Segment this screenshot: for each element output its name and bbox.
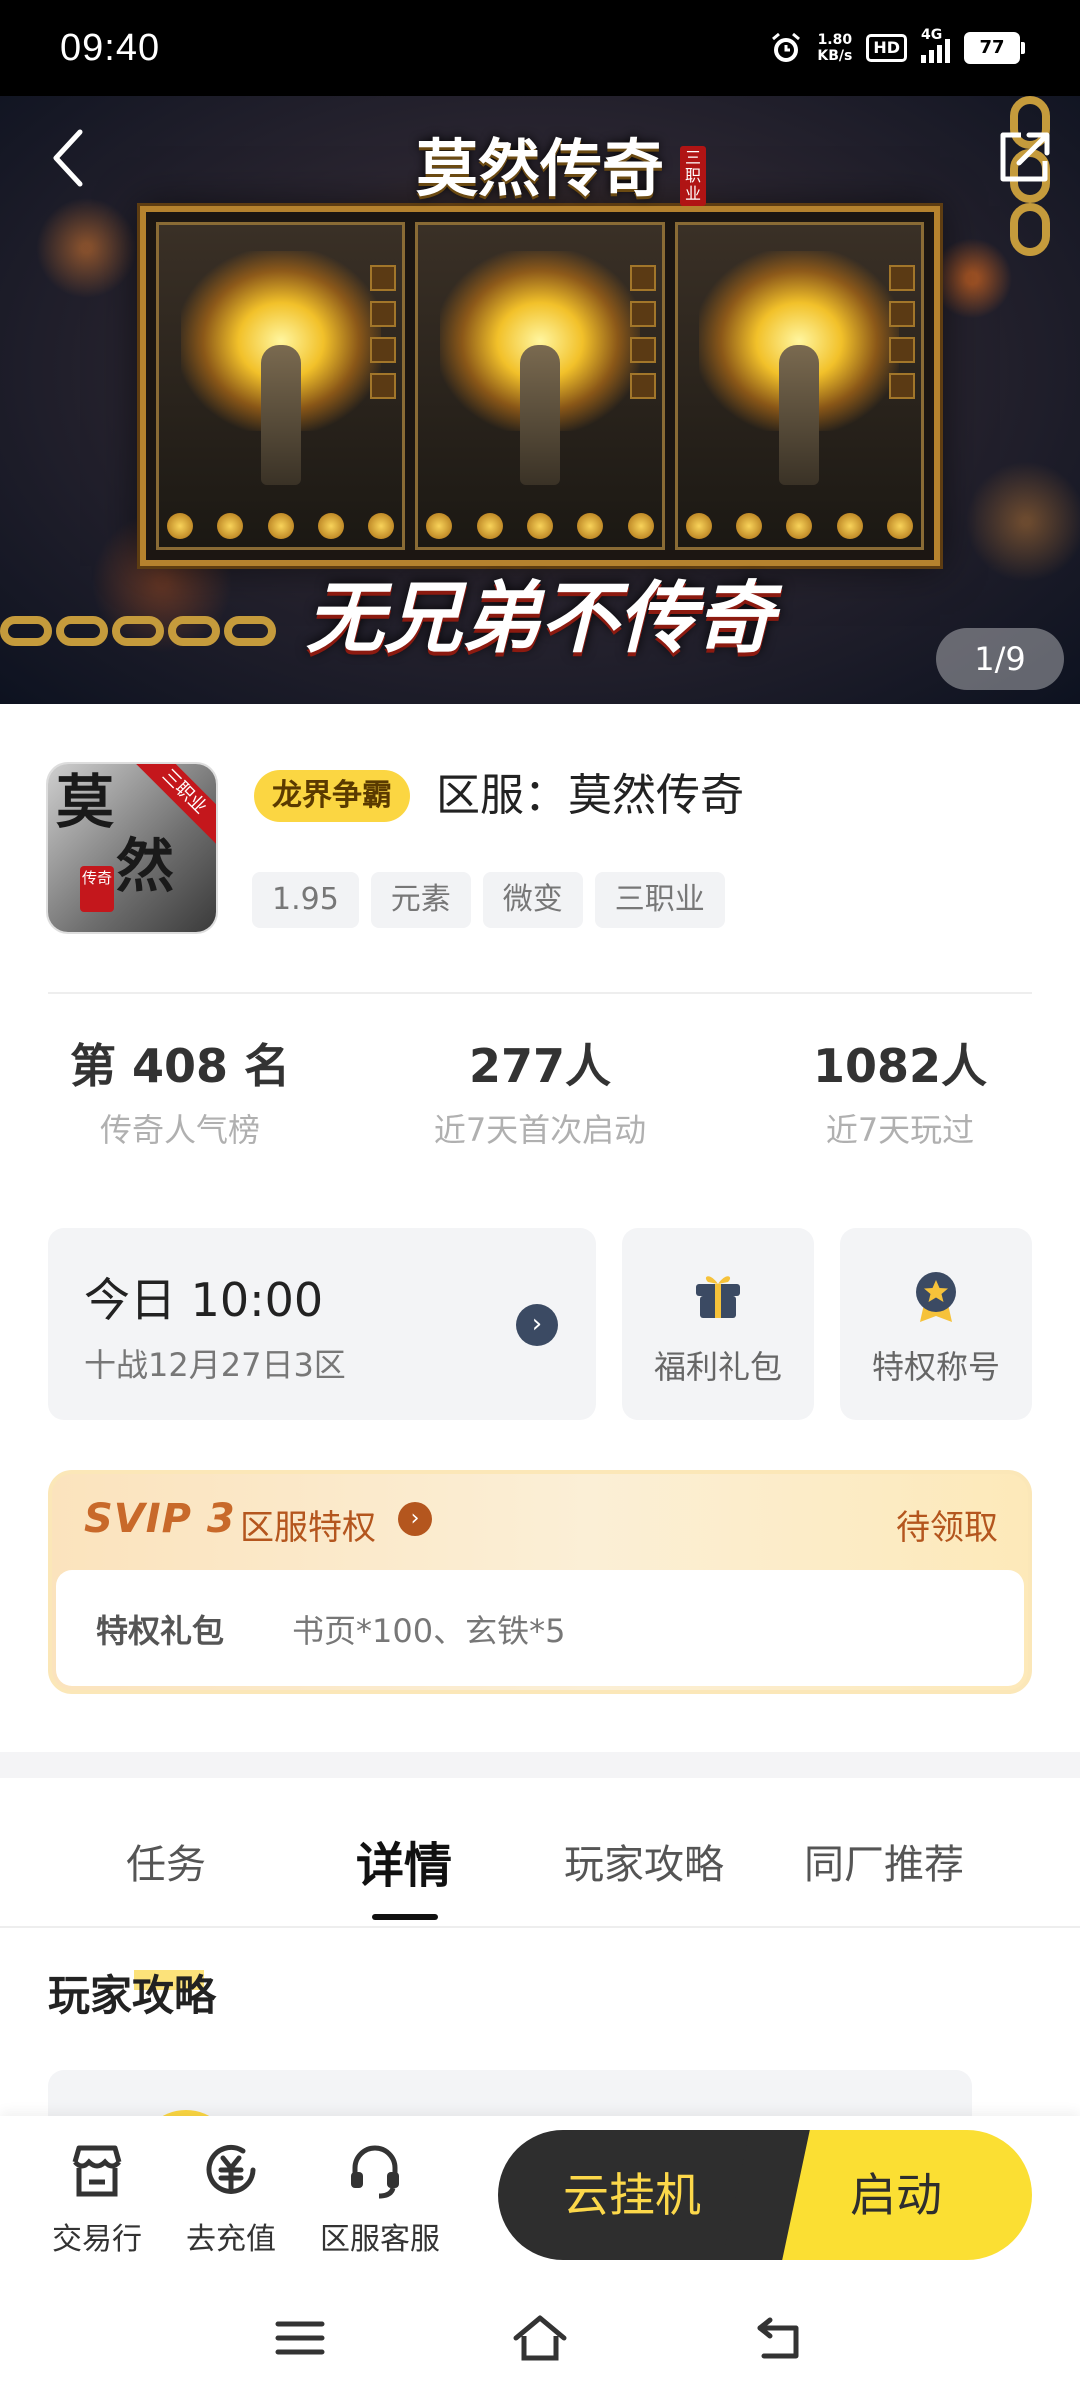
page-indicator: 1/9 — [936, 628, 1064, 690]
home-icon[interactable] — [510, 2312, 570, 2364]
customer-service-label: 区服客服 — [320, 2222, 440, 2257]
svip-gift-row: 特权礼包 书页*100、玄铁*5 — [56, 1570, 1024, 1686]
stat-played: 1082人 近7天玩过 — [730, 1036, 1070, 1160]
privilege-title-label: 特权称号 — [871, 1348, 1000, 1386]
shop-icon — [72, 2145, 122, 2197]
status-bar: 09:40 1.80 KB/s HD 4G 77 — [0, 0, 1080, 96]
trading-house-label: 交易行 — [52, 2222, 142, 2257]
game-category-badge: 龙界争霸 — [254, 770, 410, 822]
section-title: 玩家攻略 — [48, 1962, 216, 2023]
recharge-label: 去充值 — [186, 2222, 276, 2257]
bottom-action-bar: 交易行 去充值 区服客服 启动 云挂机 — [0, 2116, 1080, 2276]
stat-first-launch: 277人 近7天首次启动 — [370, 1036, 710, 1160]
stat-label: 近7天玩过 — [825, 1111, 975, 1149]
gift-box-icon — [696, 1276, 740, 1318]
trading-house-button[interactable]: 交易行 — [42, 2138, 152, 2258]
status-icons: 1.80 KB/s HD 4G 77 — [769, 27, 1025, 65]
privilege-title-button[interactable]: 特权称号 — [840, 1228, 1032, 1420]
recharge-icon — [206, 2144, 256, 2194]
banner-character-frame — [140, 206, 940, 566]
share-button[interactable] — [992, 126, 1056, 190]
back-icon[interactable] — [750, 2312, 810, 2364]
stat-popularity-rank[interactable]: 第 408 名 传奇人气榜 — [10, 1036, 350, 1160]
status-time: 09:40 — [60, 26, 161, 69]
chevron-right-icon: › — [516, 1304, 558, 1346]
game-tag: 微变 — [482, 872, 583, 928]
headset-icon — [351, 2145, 399, 2199]
game-tag: 1.95 — [252, 872, 359, 928]
server-open-time: 今日 10:00 — [84, 1273, 324, 1327]
svip-privilege-card[interactable]: SVIP 3 区服特权 › 待领取 特权礼包 书页*100、玄铁*5 — [48, 1470, 1032, 1694]
hero-banner[interactable]: 莫然传奇 三职业 无兄弟不传奇 1/9 — [0, 96, 1080, 704]
cloud-idle-button[interactable]: 云挂机 — [498, 2130, 766, 2260]
svip-claim-status[interactable]: 待领取 — [896, 1500, 998, 1549]
game-icon-text: 莫 然 — [56, 770, 174, 898]
game-tag: 三职业 — [594, 872, 725, 928]
game-icon-char-2: 然 — [116, 832, 175, 900]
divider — [48, 992, 1032, 994]
banner-title-badge: 三职业 — [680, 146, 706, 206]
launch-button-label: 启动 — [850, 2168, 942, 2222]
stat-value: 第 408 名 — [69, 1039, 291, 1093]
detail-tabs: 任务 详情 玩家攻略 同厂推荐 — [0, 1778, 1080, 1928]
system-navigation-bar — [0, 2276, 1080, 2400]
tab-details[interactable]: 详情 — [356, 1826, 452, 1896]
game-icon-char-1: 莫 — [56, 768, 115, 836]
tab-player-guides[interactable]: 玩家攻略 — [564, 1832, 724, 1890]
character-panel — [156, 222, 406, 550]
tab-tasks[interactable]: 任务 — [126, 1832, 206, 1890]
tab-same-developer[interactable]: 同厂推荐 — [804, 1832, 964, 1890]
game-tags: 1.95 元素 微变 三职业 — [252, 872, 725, 928]
banner-title: 莫然传奇 — [415, 132, 664, 205]
server-open-card[interactable]: 今日 10:00 十战12月27日3区 › — [48, 1228, 596, 1420]
battery-icon: 77 — [964, 32, 1025, 64]
menu-icon[interactable] — [270, 2312, 330, 2364]
svip-gift-key: 特权礼包 — [96, 1612, 225, 1650]
recharge-button[interactable]: 去充值 — [176, 2138, 286, 2258]
banner-slogan: 无兄弟不传奇 — [305, 573, 774, 664]
share-icon — [1000, 132, 1050, 182]
welfare-gift-label: 福利礼包 — [653, 1348, 782, 1386]
game-stats: 第 408 名 传奇人气榜 277人 近7天首次启动 1082人 近7天玩过 — [0, 1020, 1080, 1170]
star-medal-icon — [916, 1272, 956, 1322]
game-info: 莫 然 三职业 传奇 龙界争霸 区服：莫然传奇 1.95 元素 微变 三职业 — [0, 704, 1080, 994]
customer-service-button[interactable]: 区服客服 — [320, 2138, 440, 2258]
svip-gift-value: 书页*100、玄铁*5 — [292, 1612, 566, 1650]
game-tag: 元素 — [370, 872, 471, 928]
svip-logo: SVIP 3 — [84, 1496, 236, 1542]
stat-value: 277人 — [468, 1039, 612, 1093]
alarm-icon — [772, 32, 801, 62]
game-icon: 莫 然 三职业 传奇 — [48, 764, 216, 932]
hd-icon: HD — [866, 34, 907, 62]
section-title-text: 玩家攻略 — [48, 1971, 217, 2020]
stat-label: 近7天首次启动 — [433, 1111, 647, 1149]
stat-value: 1082人 — [812, 1039, 988, 1093]
game-title: 区服：莫然传奇 — [436, 770, 744, 821]
welfare-gift-button[interactable]: 福利礼包 — [622, 1228, 814, 1420]
character-panel — [674, 222, 924, 550]
server-name: 十战12月27日3区 — [84, 1346, 346, 1384]
game-icon-stamp: 传奇 — [80, 866, 114, 912]
character-panel — [415, 222, 665, 550]
chevron-right-icon: › — [398, 1502, 432, 1536]
network-speed-value: 1.80 — [817, 32, 853, 48]
network-type: 4G — [921, 27, 943, 43]
active-tab-indicator — [372, 1914, 438, 1920]
network-speed-unit: KB/s — [817, 48, 853, 64]
back-button[interactable] — [36, 126, 100, 190]
network-speed: 1.80 KB/s — [817, 32, 852, 64]
section-separator — [0, 1752, 1080, 1778]
stat-label: 传奇人气榜 — [99, 1111, 260, 1149]
cloud-idle-label: 云挂机 — [563, 2168, 701, 2222]
signal-icon: 4G — [921, 27, 950, 63]
svip-privilege-name: 区服特权 — [240, 1508, 376, 1548]
back-arrow-icon — [53, 129, 83, 187]
